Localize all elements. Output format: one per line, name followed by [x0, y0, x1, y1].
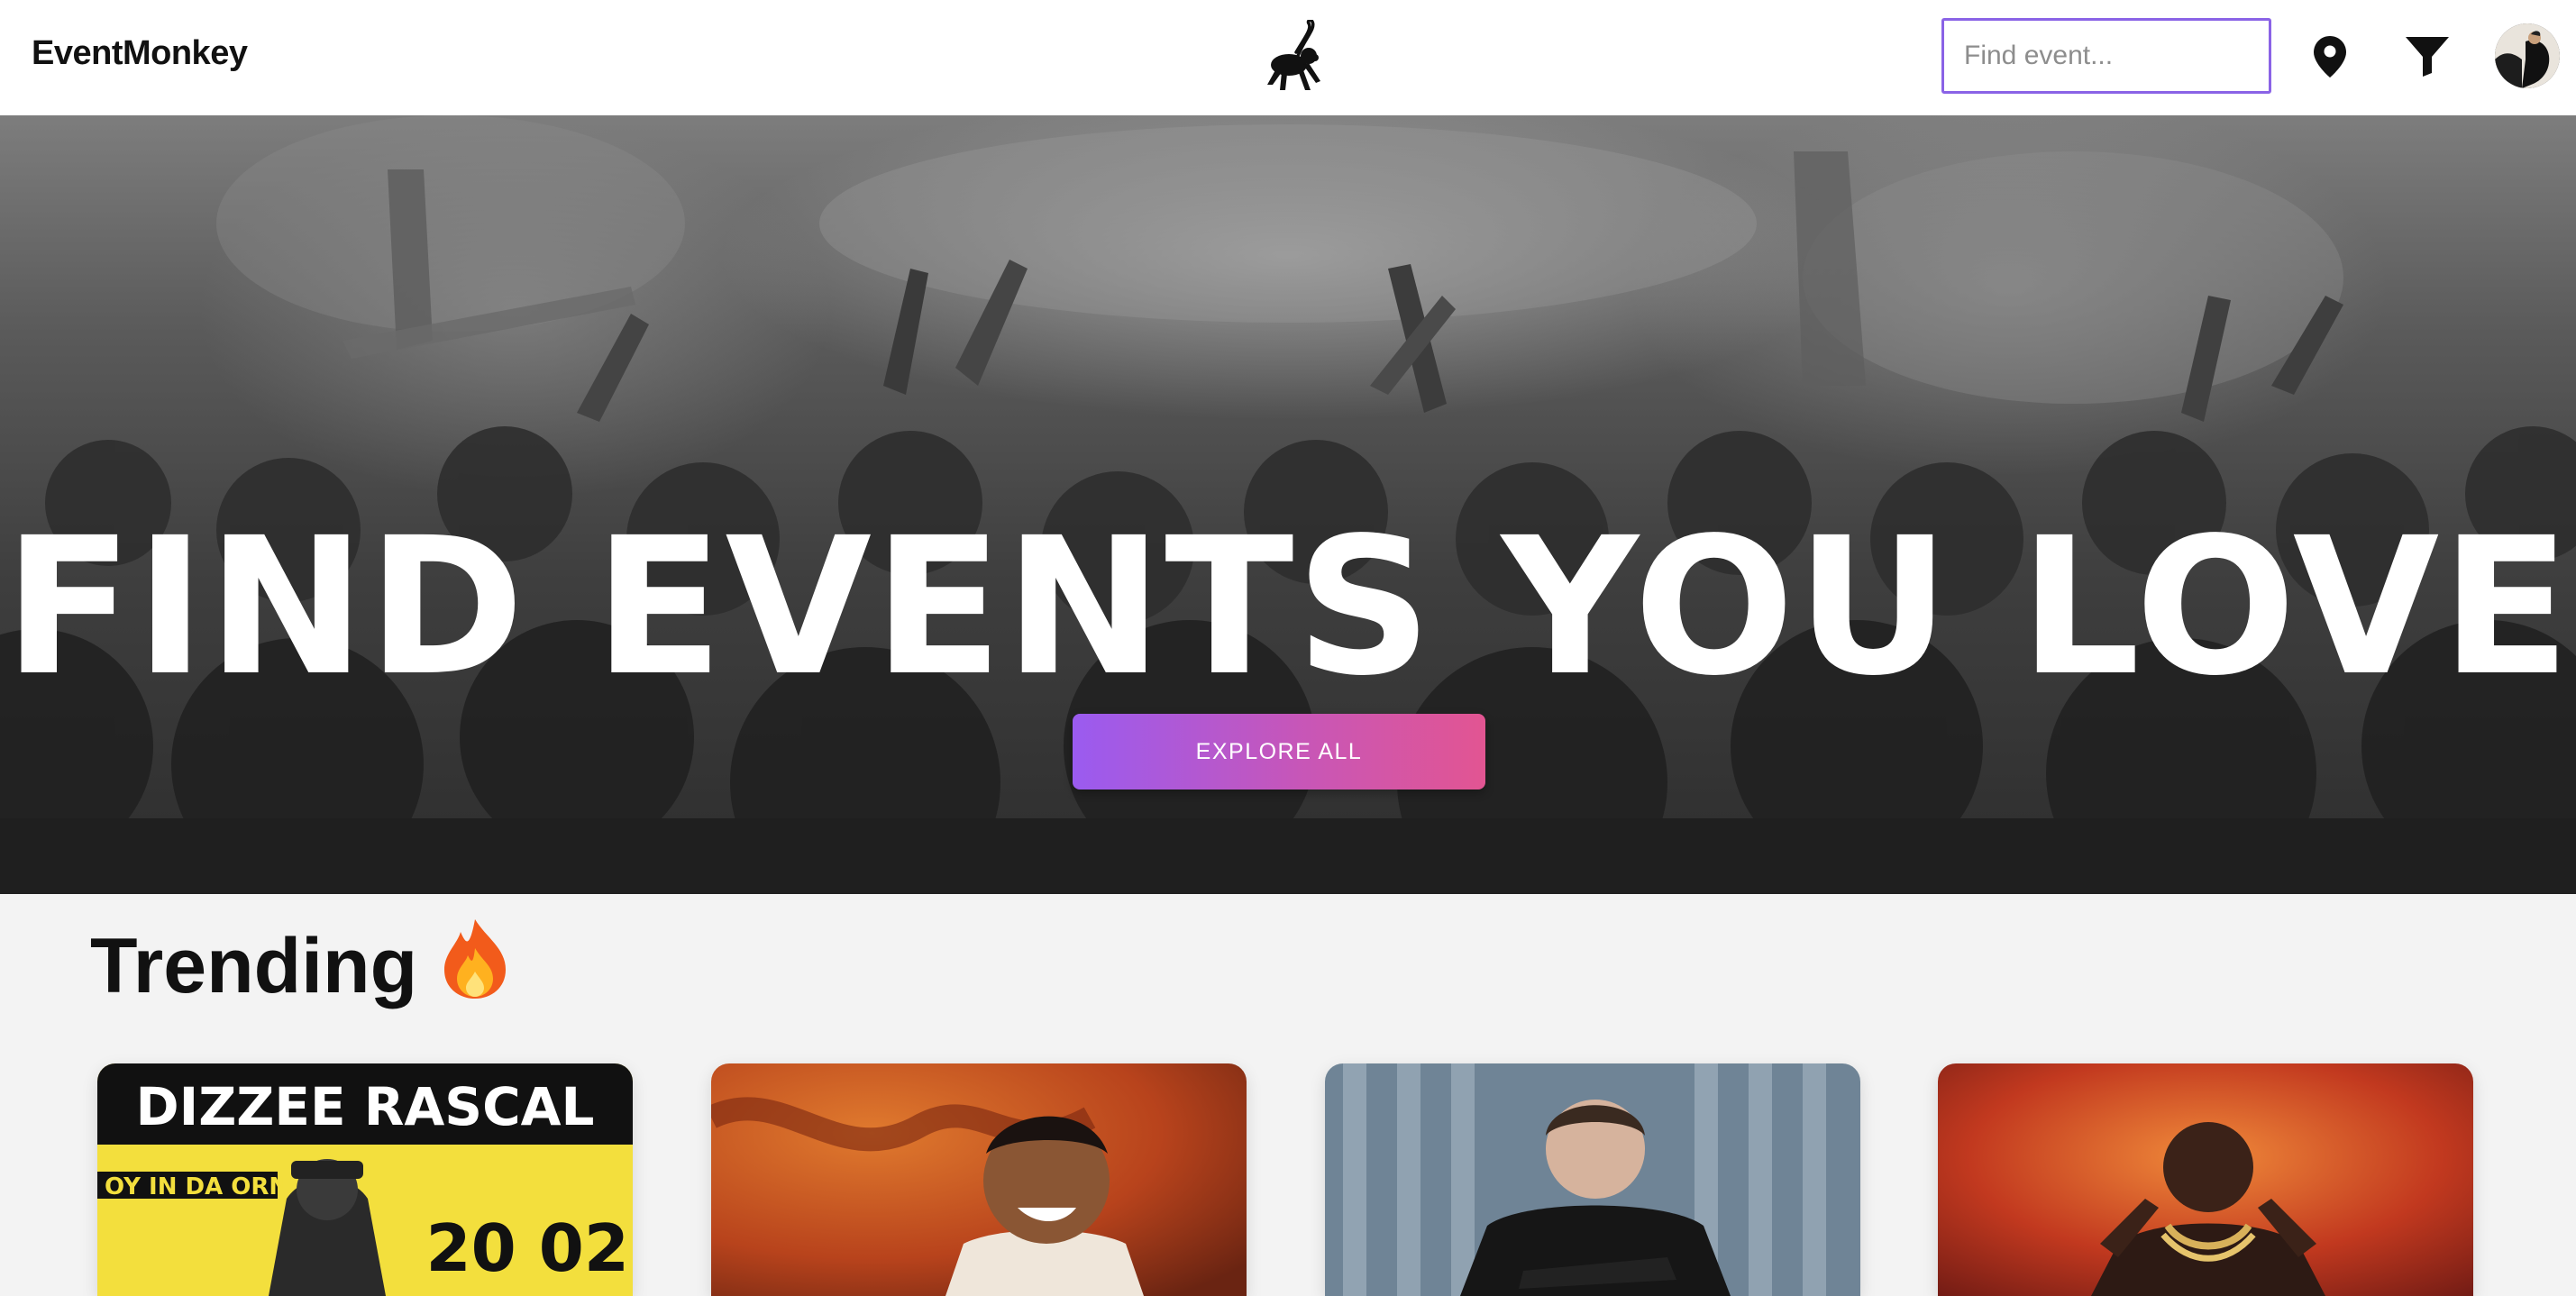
- event-card-image: [1325, 1063, 1860, 1296]
- monkey-logo-icon[interactable]: [1253, 18, 1334, 94]
- explore-all-button[interactable]: EXPLORE ALL: [1073, 714, 1485, 789]
- search-field-wrapper: [1941, 18, 2271, 94]
- top-navigation-bar: EventMonkey: [0, 0, 2576, 116]
- event-card-image: [711, 1063, 1247, 1296]
- location-pin-icon[interactable]: [2300, 27, 2360, 87]
- trending-label: Trending: [90, 923, 418, 1010]
- event-card[interactable]: DIZZEE RASCAL OY IN DA ORNER 20 02: [97, 1063, 633, 1296]
- filter-icon[interactable]: [2398, 27, 2457, 87]
- event-card-image: DIZZEE RASCAL OY IN DA ORNER 20 02: [97, 1063, 633, 1296]
- trending-heading: Trending: [90, 919, 511, 1021]
- event-card[interactable]: [1938, 1063, 2473, 1296]
- poster-year: 20 02: [426, 1210, 629, 1286]
- event-card[interactable]: [1325, 1063, 1860, 1296]
- hero-title: FIND EVENTS YOU LOVE: [4, 496, 2572, 717]
- hero-banner: FIND EVENTS YOU LOVE EXPLORE ALL: [0, 115, 2576, 894]
- poster-title: DIZZEE RASCAL: [135, 1076, 594, 1137]
- user-avatar[interactable]: [2495, 23, 2560, 88]
- search-input[interactable]: [1944, 21, 2269, 91]
- brand-name[interactable]: EventMonkey: [32, 34, 248, 73]
- event-card[interactable]: [711, 1063, 1247, 1296]
- event-card-image: [1938, 1063, 2473, 1296]
- fire-icon: [439, 917, 511, 1016]
